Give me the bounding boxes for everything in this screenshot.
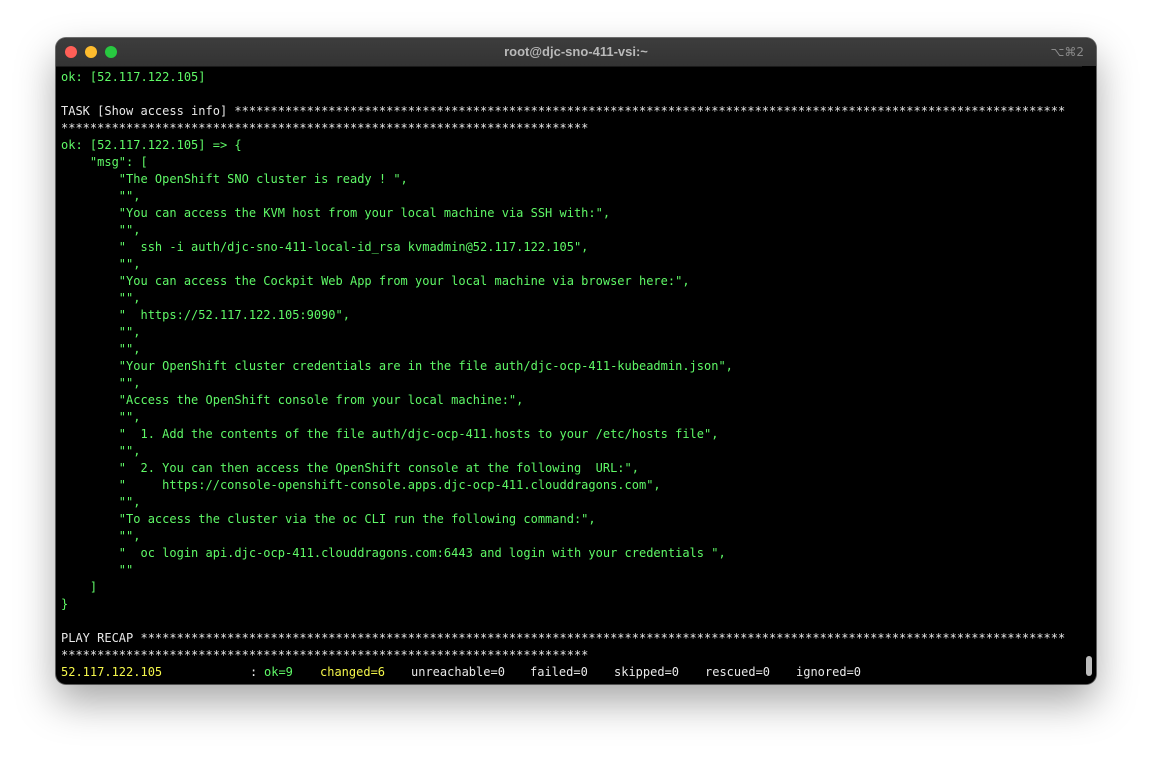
terminal-line: "", — [61, 342, 141, 356]
terminal-line: " ssh -i auth/djc-sno-411-local-id_rsa k… — [61, 240, 589, 254]
terminal-line: "", — [61, 444, 141, 458]
terminal-line: ****************************************… — [61, 121, 589, 135]
terminal-line: "", — [61, 189, 141, 203]
scrollbar[interactable] — [1082, 66, 1096, 684]
play-recap-row: 52.117.122.105: ok=9 changed=6 unreachable… — [61, 664, 1081, 681]
terminal-line: "", — [61, 495, 141, 509]
terminal-window: root@djc-sno-411-vsi:~ ⌥⌘2 ok: [52.117.1… — [56, 38, 1096, 684]
recap-ignored: ignored=0 — [796, 665, 862, 679]
terminal-line: "Access the OpenShift console from your … — [61, 393, 524, 407]
recap-unreachable: unreachable=0 — [411, 665, 505, 679]
terminal-line: ok: [52.117.122.105] — [61, 70, 206, 84]
recap-separator: : — [250, 665, 265, 679]
terminal-line: "" — [61, 563, 134, 577]
terminal-line: } — [61, 597, 69, 611]
terminal-line: " 2. You can then access the OpenShift c… — [61, 461, 639, 475]
terminal-output[interactable]: ok: [52.117.122.105] TASK [Show access in… — [61, 69, 1081, 681]
terminal-line: "", — [61, 529, 141, 543]
recap-failed: failed=0 — [530, 665, 588, 679]
terminal-line: "", — [61, 291, 141, 305]
terminal-line: " 1. Add the contents of the file auth/d… — [61, 427, 719, 441]
window-shortcut: ⌥⌘2 — [1050, 45, 1084, 59]
terminal-line: "", — [61, 257, 141, 271]
terminal-line: "msg": [ — [61, 155, 148, 169]
window-title: root@djc-sno-411-vsi:~ — [504, 44, 648, 59]
recap-skipped: skipped=0 — [614, 665, 680, 679]
terminal-line: " oc login api.djc-ocp-411.clouddragons.… — [61, 546, 726, 560]
terminal-line: "Your OpenShift cluster credentials are … — [61, 359, 733, 373]
recap-changed: changed=6 — [320, 665, 386, 679]
terminal-line: "", — [61, 410, 141, 424]
terminal-line: "To access the cluster via the oc CLI ru… — [61, 512, 596, 526]
terminal-line: "", — [61, 325, 141, 339]
recap-rescued: rescued=0 — [705, 665, 771, 679]
terminal-line: " https://console-openshift-console.apps… — [61, 478, 661, 492]
terminal-line: ] — [61, 580, 98, 594]
terminal-line: "The OpenShift SNO cluster is ready ! ", — [61, 172, 408, 186]
terminal-line: ok: [52.117.122.105] => { — [61, 138, 242, 152]
terminal-line: "You can access the KVM host from your l… — [61, 206, 611, 220]
terminal-line: PLAY RECAP *****************************… — [61, 631, 1066, 645]
scrollbar-thumb[interactable] — [1086, 656, 1092, 676]
recap-host: 52.117.122.105 — [61, 665, 163, 679]
terminal-line: "", — [61, 223, 141, 237]
terminal-line: ****************************************… — [61, 648, 589, 662]
terminal-line: "You can access the Cockpit Web App from… — [61, 274, 690, 288]
terminal-line: " https://52.117.122.105:9090", — [61, 308, 350, 322]
terminal-line: TASK [Show access info] ****************… — [61, 104, 1066, 118]
terminal-line: "", — [61, 376, 141, 390]
title-bar[interactable]: root@djc-sno-411-vsi:~ ⌥⌘2 — [56, 38, 1096, 67]
recap-ok: ok=9 — [264, 665, 293, 679]
